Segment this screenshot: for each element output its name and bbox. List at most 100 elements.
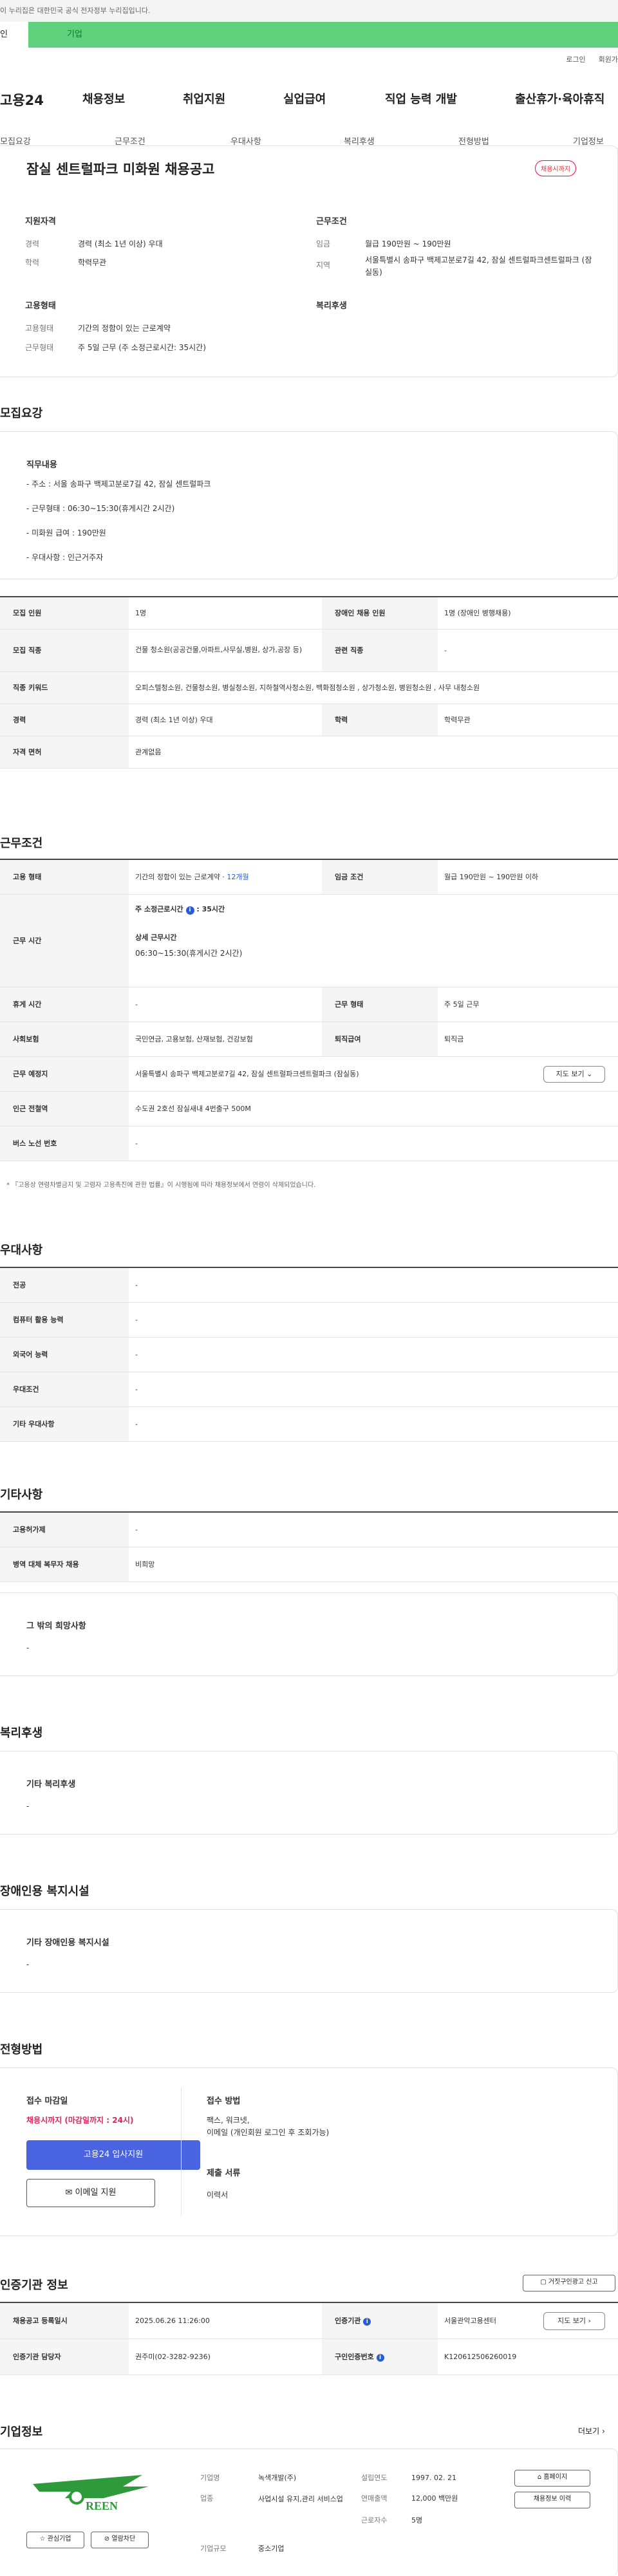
company-more-link[interactable]: 더보기 › (578, 2425, 605, 2436)
emp-months: 12개월 (227, 873, 249, 882)
signup-link[interactable]: 회원가 (599, 54, 618, 64)
welfare-box-heading: 기타 복리후생 (26, 1780, 76, 1789)
sales-value: 12,000 백만원 (411, 2494, 458, 2503)
row-value: 1명 (장애인 병행채용) (444, 609, 511, 618)
duty-line: - 근무형태 : 06:30~15:30(휴게시간 2시간) (26, 504, 175, 513)
method-label: 접수 방법 (207, 2096, 241, 2106)
row-value: 주 소정근로시간 i : 35시간 상세 근무시간 06:30~15:30(휴게… (129, 894, 618, 987)
cond-heading: 근무조건 (316, 217, 347, 227)
job-title: 잠실 센트럴파크 미화원 채용공고 (26, 162, 215, 177)
row-label: 우대조건 (0, 1372, 129, 1406)
duty-line: - 미화원 급여 : 190만원 (26, 528, 106, 537)
row-value: 기간의 정함이 있는 근로계약 · 12개월 (129, 859, 322, 894)
nav-jobs[interactable]: 채용정보 (82, 90, 125, 107)
exp-label: 경력 (25, 239, 40, 248)
tab-personal[interactable]: 인 (0, 22, 28, 48)
tab-company[interactable]: 기업 (28, 22, 618, 48)
pay-label: 임금 (316, 239, 331, 248)
edu-label: 학력 (25, 258, 40, 267)
row-value: - (135, 1000, 138, 1009)
sales-label: 연매출액 (361, 2494, 388, 2503)
row-label: 고용 형태 (0, 859, 129, 894)
docs-label: 제출 서류 (207, 2169, 241, 2178)
age-note: * 『고용상 연령차별금지 및 고령자 고용촉진에 관한 법률』이 시행됨에 따… (6, 1182, 316, 1189)
chevron-right-icon: › (588, 2317, 591, 2325)
info-icon[interactable]: i (363, 2318, 371, 2326)
cert-map-button[interactable]: 지도 보기 › (543, 2312, 605, 2330)
nav-employment-support[interactable]: 취업지원 (183, 90, 225, 107)
etc-box-value: - (26, 1643, 30, 1652)
summary-card: 잠실 센트럴파크 미화원 채용공고 채용시까지 지원자격 근무조건 경력 경력 … (0, 145, 618, 377)
nav-vocational-training[interactable]: 직업 능력 개발 (385, 90, 457, 107)
row-value: 1명 (135, 609, 147, 618)
company-name-label: 기업명 (200, 2474, 220, 2482)
emptype-label: 고용형태 (25, 324, 54, 333)
row-label: 고용허가제 (0, 1512, 129, 1547)
edu-value: 학력무관 (78, 258, 107, 267)
row-label: 병역 대체 복무자 채용 (0, 1547, 129, 1582)
map-button[interactable]: 지도 보기 ⌄ (543, 1065, 605, 1083)
apply-button[interactable]: 고용24 입사지원 (26, 2140, 200, 2170)
docs-value: 이력서 (207, 2190, 229, 2199)
email-apply-button[interactable]: ✉ 이메일 지원 (26, 2179, 155, 2207)
gov-banner-text: 이 누리집은 대한민국 공식 전자정부 누리집입니다. (0, 6, 151, 15)
row-label: 채용공고 등록일시 (0, 2302, 129, 2338)
block-icon: ⊘ (104, 2535, 110, 2543)
row-value: 국민연금, 고용보험, 산재보험, 건강보험 (135, 1035, 253, 1043)
row-label: 버스 노선 번호 (0, 1126, 129, 1161)
info-icon[interactable]: i (185, 906, 194, 915)
welfare-box: 기타 복리후생 - (0, 1751, 618, 1834)
document-icon: ▢ (540, 2279, 547, 2286)
disability-heading: 장애인용 복지시설 (0, 1885, 89, 1898)
disability-box-value: - (26, 1960, 30, 1969)
row-value: 건물 청소원(공공건물,아파트,사무실,병원, 상가,공장 등) (135, 645, 303, 654)
row-value: 수도권 2호선 잠실새내 4번출구 500M (135, 1105, 251, 1113)
location-text: 서울특별시 송파구 백제고분로7길 42, 잠실 센트럴파크센트럴파크 (잠실동… (135, 1070, 359, 1078)
row-value: 2025.06.26 11:26:00 (135, 2316, 210, 2325)
site-logo[interactable]: 고용24 (0, 90, 44, 109)
company-size-value: 중소기업 (258, 2544, 285, 2553)
report-fake-ad-button[interactable]: ▢ 거짓구인광고 신고 (523, 2275, 615, 2291)
row-label: 기타 우대사항 (0, 1406, 129, 1441)
row-label: 근무 예정지 (0, 1056, 129, 1091)
nav-unemployment-benefit[interactable]: 실업급여 (283, 90, 326, 107)
company-logo: REEN (26, 2472, 149, 2512)
pref-table: 전공 - 컴퓨터 활용 능력 - 외국어 능력 - 우대조건 - 기타 우대사항 - (0, 1267, 618, 1442)
cert-table: 채용공고 등록일시 2025.06.26 11:26:00 인증기관 i 서울관악고용… (0, 2302, 618, 2375)
favorite-company-button[interactable]: ☆ 관심기업 (26, 2532, 84, 2548)
row-value: - (135, 1525, 138, 1534)
emptype-value: 기간의 정함이 있는 근로계약 (78, 324, 171, 333)
welfare-box-value: - (26, 1802, 30, 1811)
row-value: 오피스텔청소원, 건물청소원, 병실청소원, 지하철역사청소원, 백화점청소원 … (135, 684, 480, 692)
divider (181, 2087, 182, 2216)
worktype-label: 근무형태 (25, 343, 54, 352)
row-value: 퇴직금 (444, 1035, 464, 1043)
job-history-button[interactable]: 채용정보 이력 (514, 2492, 590, 2508)
etc-box-heading: 그 밖의 희망사항 (26, 1621, 86, 1631)
more-label: 더보기 (578, 2427, 600, 2436)
industry-label: 업종 (200, 2494, 214, 2503)
row-label: 인근 전철역 (0, 1091, 129, 1126)
login-link[interactable]: 로그인 (566, 54, 585, 64)
info-icon[interactable]: i (376, 2354, 384, 2362)
row-value: 권주미(02-3282-9236) (135, 2353, 211, 2361)
row-label: 모집 직종 (0, 629, 129, 671)
block-view-button[interactable]: ⊘ 열람차단 (91, 2532, 149, 2548)
row-label: 전공 (0, 1267, 129, 1302)
row-label: 사회보험 (0, 1022, 129, 1056)
report-label: 거짓구인광고 신고 (548, 2279, 598, 2286)
deadline-value: 채용시까지 (마감일까지 : 24시) (26, 2116, 134, 2125)
homepage-button[interactable]: ⌂ 홈페이지 (514, 2470, 590, 2487)
row-value: 월급 190만원 ~ 190만원 이하 (444, 873, 539, 882)
company-size-label: 기업규모 (200, 2544, 227, 2553)
row-label: 컴퓨터 활용 능력 (0, 1302, 129, 1337)
duty-card: 직무내용 - 주소 : 서울 송파구 백제고분로7길 42, 잠실 센트럴파크 … (0, 431, 618, 579)
nav-parental-leave[interactable]: 출산휴가·육아휴직 (515, 90, 604, 107)
row-label: 근무 형태 (322, 987, 438, 1022)
area-label: 지역 (316, 261, 331, 270)
row-label: 경력 (0, 704, 129, 736)
home-icon: ⌂ (537, 2474, 542, 2481)
qual-heading: 지원자격 (25, 217, 56, 227)
homepage-label: 홈페이지 (543, 2474, 568, 2481)
welfare-heading: 복리후생 (316, 301, 347, 311)
